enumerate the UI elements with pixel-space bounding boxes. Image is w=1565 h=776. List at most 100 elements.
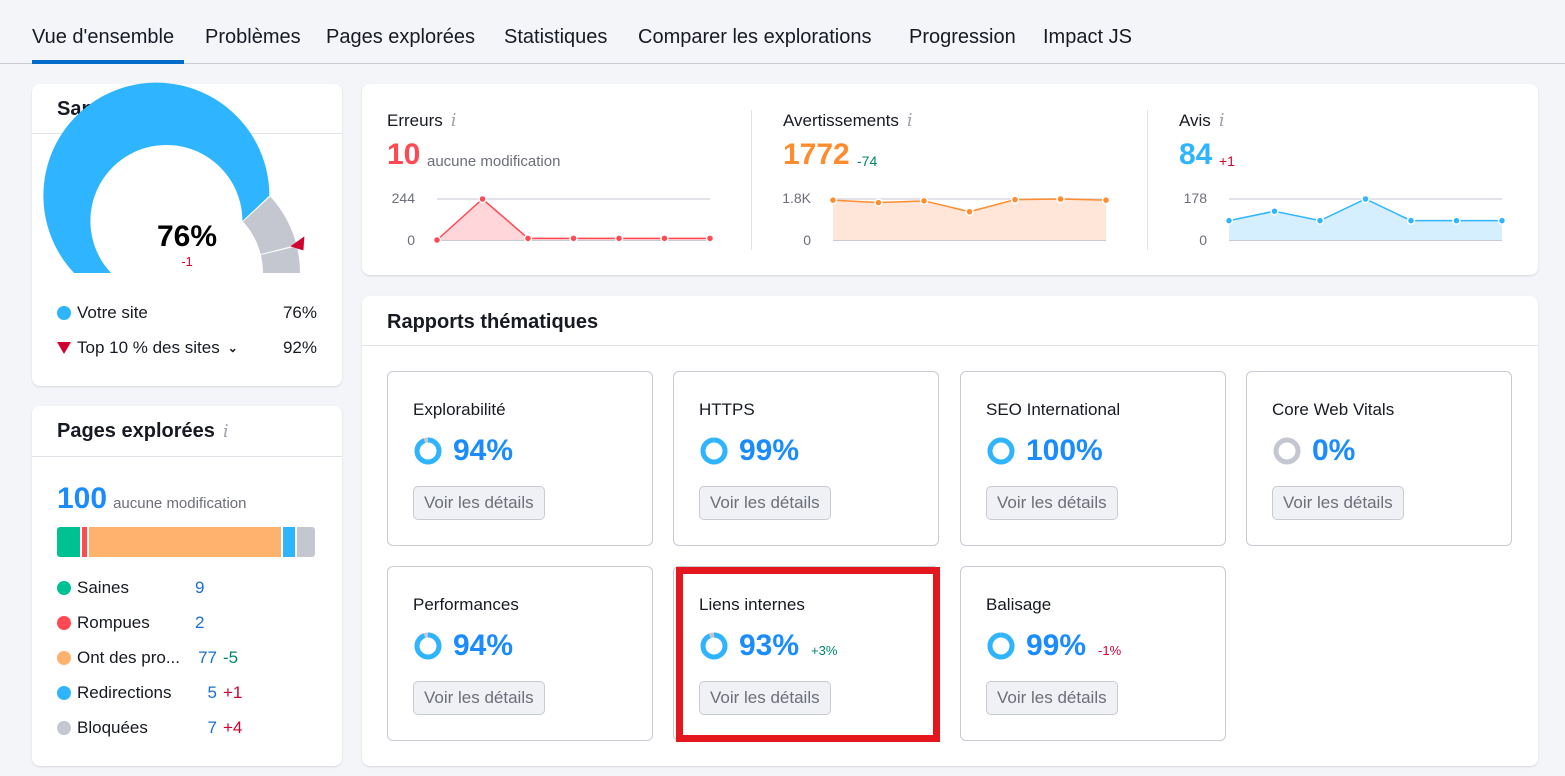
tab-progression[interactable]: Progression <box>909 26 1016 49</box>
sparkline-point[interactable] <box>1315 216 1325 225</box>
sparkline-point[interactable] <box>965 207 974 217</box>
report-percent: 99% <box>739 434 800 467</box>
bar-segment-1[interactable] <box>81 527 87 557</box>
progress-ring-icon <box>700 437 728 465</box>
view-details-button[interactable]: Voir les détails <box>413 681 545 715</box>
sparkline-area <box>1229 199 1502 240</box>
metric-value[interactable]: 10 <box>387 138 420 172</box>
pages-legend-row: Saines 9 <box>57 578 210 598</box>
tab-impact-js[interactable]: Impact JS <box>1043 26 1132 49</box>
sparkline-point[interactable] <box>478 194 487 204</box>
sparkline-point[interactable] <box>614 234 624 243</box>
report-card-1: HTTPS 99% Voir les détails <box>673 371 939 546</box>
info-icon[interactable]: i <box>451 110 457 131</box>
divider <box>751 110 752 250</box>
view-details-button[interactable]: Voir les détails <box>1272 486 1404 520</box>
issues-summary-card: Erreurs i 10 aucune modification 244 0 Ave… <box>362 84 1538 275</box>
category-value[interactable]: 77 <box>195 648 217 668</box>
progress-ring-icon <box>987 437 1015 465</box>
pages-legend-row: Rompues 2 <box>57 613 210 633</box>
sparkline-point[interactable] <box>432 235 442 245</box>
info-icon[interactable]: i <box>1219 110 1225 131</box>
legend-label: Top 10 % des sites <box>77 338 220 357</box>
tab-pages-explorees[interactable]: Pages explorées <box>326 26 475 49</box>
sparkline-point[interactable] <box>1224 216 1234 225</box>
sparkline-point[interactable] <box>569 234 578 243</box>
metric-delta: -74 <box>857 153 878 169</box>
report-percent: 94% <box>453 629 514 662</box>
category-dot-icon <box>57 581 71 595</box>
sparkline-point[interactable] <box>1010 195 1020 204</box>
sparkline-point[interactable] <box>660 234 669 243</box>
category-value[interactable]: 2 <box>195 613 204 633</box>
metric-value[interactable]: 84 <box>1179 138 1212 172</box>
category-label: Saines <box>77 578 129 597</box>
category-dot-icon <box>57 651 71 665</box>
y-max-label: 244 <box>391 190 415 206</box>
chevron-down-icon[interactable]: ⌄ <box>228 341 238 355</box>
site-health-value: 76% <box>156 220 218 253</box>
report-card-4: Performances 94% Voir les détails <box>387 566 653 741</box>
sparkline-point[interactable] <box>1270 206 1279 216</box>
sparkline-point[interactable] <box>1101 195 1111 205</box>
sparkline-point[interactable] <box>828 195 838 205</box>
category-dot-icon <box>57 686 71 700</box>
pages-legend-row: Redirections 5 +1 <box>57 683 242 703</box>
thematic-reports-title: Rapports thématiques <box>387 311 599 333</box>
report-delta: -1% <box>1098 642 1122 658</box>
y-max-label: 178 <box>1183 190 1207 206</box>
crawled-pages-title: Pages explorées <box>57 420 215 442</box>
view-details-button[interactable]: Voir les détails <box>699 486 831 520</box>
tab-statistiques[interactable]: Statistiques <box>504 26 607 49</box>
crawled-pages-note: aucune modification <box>113 495 247 512</box>
view-details-button[interactable]: Voir les détails <box>986 681 1118 715</box>
metric-label: Erreurs <box>387 110 443 130</box>
sparkline-point[interactable] <box>1406 216 1416 225</box>
tab-vue-ensemble[interactable]: Vue d'ensemble <box>32 26 174 49</box>
category-value[interactable]: 5 <box>195 683 217 703</box>
crawled-pages-total[interactable]: 100 <box>57 482 107 516</box>
sparkline-point[interactable] <box>874 198 883 207</box>
category-label: Bloquées <box>77 718 148 737</box>
legend-value: 92% <box>282 338 317 357</box>
y-min-label: 0 <box>407 232 415 248</box>
metric-value[interactable]: 1772 <box>783 138 850 172</box>
sparkline-point[interactable] <box>1497 216 1507 225</box>
sparkline-point[interactable] <box>523 234 533 243</box>
sparkline-point[interactable] <box>919 196 929 206</box>
legend-top10[interactable]: Top 10 % des sites ⌄ 92% <box>57 338 317 358</box>
divider <box>32 456 342 457</box>
report-percent: 93% <box>739 629 800 662</box>
category-value[interactable]: 7 <box>195 718 217 738</box>
report-name: HTTPS <box>699 400 755 419</box>
view-details-button[interactable]: Voir les détails <box>413 486 545 520</box>
info-icon[interactable]: i <box>223 421 229 442</box>
metric-delta: aucune modification <box>427 153 561 170</box>
report-name: Balisage <box>986 595 1052 614</box>
divider <box>1147 110 1148 250</box>
sparkline-point[interactable] <box>1361 194 1370 204</box>
sparkline-point[interactable] <box>705 234 715 243</box>
pages-legend-row: Bloquées 7 +4 <box>57 718 242 738</box>
progress-ring-icon <box>1273 437 1301 465</box>
view-details-button[interactable]: Voir les détails <box>699 681 831 715</box>
crawled-pages-card: Pages explorées i 100 aucune modificatio… <box>32 406 342 766</box>
bar-segment-0[interactable] <box>57 527 80 557</box>
category-label: Ont des pro... <box>77 648 180 667</box>
tab-problemes[interactable]: Problèmes <box>205 26 301 49</box>
y-min-label: 0 <box>803 232 811 248</box>
bar-segment-4[interactable] <box>297 527 315 557</box>
view-details-button[interactable]: Voir les détails <box>986 486 1118 520</box>
report-percent: 94% <box>453 434 514 467</box>
progress-ring-icon <box>414 632 442 660</box>
tab-bar: Vue d'ensemble Problèmes Pages explorées… <box>0 0 1565 64</box>
category-label: Redirections <box>77 683 172 702</box>
category-value[interactable]: 9 <box>195 578 204 598</box>
tab-comparer[interactable]: Comparer les explorations <box>638 26 871 49</box>
sparkline-point[interactable] <box>1056 194 1065 204</box>
bar-segment-2[interactable] <box>88 527 281 557</box>
report-delta: +3% <box>811 642 838 658</box>
bar-segment-3[interactable] <box>282 527 296 557</box>
info-icon[interactable]: i <box>907 110 913 131</box>
sparkline-point[interactable] <box>1452 216 1461 225</box>
